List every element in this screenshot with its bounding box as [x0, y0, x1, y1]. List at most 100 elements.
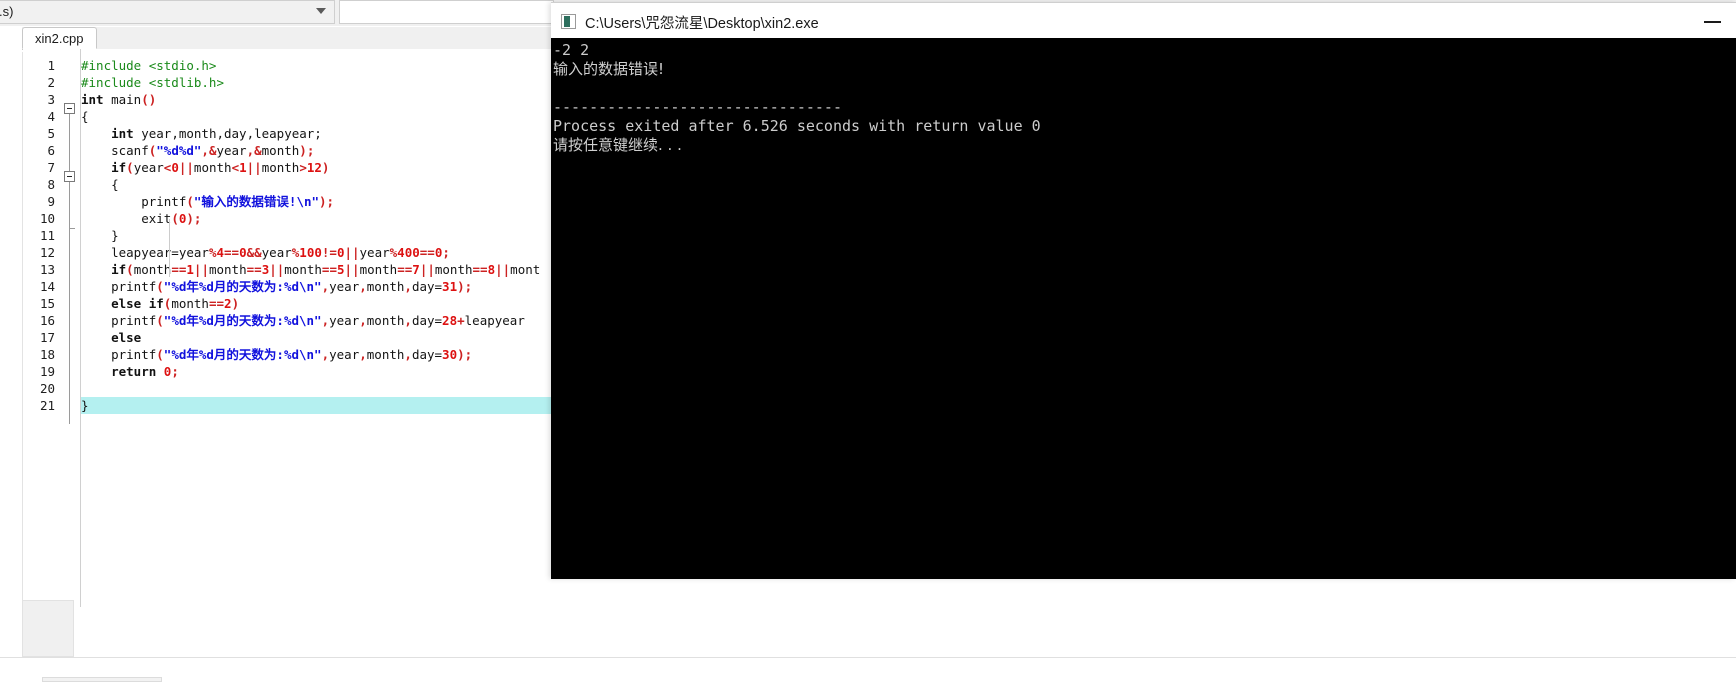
code-line[interactable]: if(year<0||month<1||month>12): [81, 159, 329, 176]
code-token: month: [261, 143, 300, 158]
console-output-area[interactable]: -2 2 输入的数据错误! ----------------------------…: [551, 38, 1736, 579]
code-token: month: [284, 262, 322, 277]
fold-marker-line8[interactable]: [64, 171, 75, 182]
code-token: 8: [487, 262, 496, 277]
code-token: year: [329, 279, 360, 294]
code-line[interactable]: else: [81, 329, 141, 346]
code-token: ): [231, 296, 240, 311]
fold-marker-line4[interactable]: [64, 103, 75, 114]
compiler-profile-combobox[interactable]: .s): [0, 0, 335, 24]
console-window[interactable]: C:\Users\咒怨流星\Desktop\xin2.exe -2 2 输入的数据…: [551, 2, 1736, 579]
code-token: year: [329, 347, 360, 362]
code-line[interactable]: {: [81, 176, 119, 193]
code-line[interactable]: printf("%d年%d月的天数为:%d\n",year,month,day=…: [81, 312, 525, 329]
code-token: ==: [419, 245, 435, 260]
code-token: 100: [299, 245, 322, 260]
code-token: int: [81, 126, 134, 141]
code-token: ==: [246, 262, 262, 277]
code-token: (: [156, 279, 164, 294]
console-output-line: -2 2: [553, 41, 590, 59]
ide-bottom-tab[interactable]: [42, 677, 162, 682]
code-token: );: [186, 211, 202, 226]
code-token: leapyear: [464, 313, 525, 328]
code-token: (: [126, 262, 134, 277]
console-title-bar[interactable]: C:\Users\咒怨流星\Desktop\xin2.exe: [551, 2, 1736, 38]
fold-guide-line8: [69, 182, 70, 228]
code-token: !=: [321, 245, 337, 260]
code-token: &&: [246, 245, 262, 260]
code-token: "%d年%d月的天数为:%d\n": [163, 347, 322, 362]
code-line[interactable]: else if(month==2): [81, 295, 239, 312]
code-folding-column[interactable]: [58, 49, 81, 607]
code-line[interactable]: scanf("%d%d",&year,&month);: [81, 142, 314, 159]
code-token: day=: [411, 347, 443, 362]
code-token: year: [261, 245, 292, 260]
code-token: month: [366, 313, 405, 328]
code-token: main: [103, 92, 142, 107]
code-line[interactable]: {: [81, 108, 89, 125]
code-line[interactable]: #include <stdio.h>: [81, 57, 216, 74]
line-number: 2: [47, 75, 55, 90]
line-number: 16: [39, 313, 55, 328]
code-line[interactable]: int year,month,day,leapyear;: [81, 125, 322, 142]
code-line[interactable]: return 0;: [81, 363, 179, 380]
code-token: ||: [193, 262, 209, 277]
code-line[interactable]: printf("%d年%d月的天数为:%d\n",year,month,day=…: [81, 346, 472, 363]
line-number: 14: [39, 279, 55, 294]
code-line[interactable]: leapyear=year%4==0&&year%100!=0||year%40…: [81, 244, 450, 261]
code-token: ==: [321, 262, 337, 277]
code-token: "%d%d": [156, 143, 202, 158]
console-title-text: C:\Users\咒怨流星\Desktop\xin2.exe: [585, 16, 819, 32]
code-token: ,: [404, 279, 412, 294]
line-number: 12: [39, 245, 55, 260]
code-line[interactable]: }: [81, 397, 89, 414]
code-token: month: [208, 262, 247, 277]
line-number: 15: [39, 296, 55, 311]
code-token: 7: [412, 262, 420, 277]
code-token: month: [359, 262, 398, 277]
code-token: ,: [359, 347, 367, 362]
code-token: scanf: [81, 143, 149, 158]
code-line[interactable]: int main(): [81, 91, 156, 108]
chevron-down-icon[interactable]: [316, 8, 326, 14]
line-number: 9: [47, 194, 55, 209]
code-token: (: [186, 194, 194, 209]
code-line[interactable]: printf("输入的数据错误!\n");: [81, 193, 334, 210]
code-token: year: [329, 313, 360, 328]
code-line[interactable]: }: [81, 227, 119, 244]
minimize-icon[interactable]: [1690, 3, 1736, 39]
code-token: year: [133, 160, 164, 175]
code-token: month: [366, 279, 405, 294]
line-number: 21: [39, 398, 55, 413]
secondary-toolbar-field[interactable]: [339, 0, 554, 24]
code-token: ,: [404, 313, 412, 328]
line-number: 17: [39, 330, 55, 345]
code-token: year: [359, 245, 390, 260]
code-line[interactable]: if(month==1||month==3||month==5||month==…: [81, 261, 540, 278]
code-token: +: [457, 313, 465, 328]
code-token: year,month,day,leapyear;: [133, 126, 322, 141]
code-token: (: [126, 160, 134, 175]
console-window-icon: [561, 14, 576, 29]
line-number: 7: [47, 160, 55, 175]
code-token: );: [319, 194, 335, 209]
code-token: }: [81, 228, 119, 243]
code-line[interactable]: printf("%d年%d月的天数为:%d\n",year,month,day=…: [81, 278, 472, 295]
code-line[interactable]: exit(0);: [81, 210, 201, 227]
code-token: 31: [442, 279, 458, 294]
code-token: else: [81, 330, 142, 345]
code-token: leapyear=year: [81, 245, 209, 260]
code-token: #include <stdio.h>: [81, 58, 217, 73]
code-line[interactable]: #include <stdlib.h>: [81, 74, 224, 91]
line-number: 4: [47, 109, 55, 124]
code-token: ,: [359, 279, 367, 294]
tab-xin2-cpp[interactable]: xin2.cpp: [22, 27, 98, 49]
ide-status-bar: [0, 657, 1736, 682]
line-number: 19: [39, 364, 55, 379]
line-number: 11: [39, 228, 55, 243]
console-output-line: --------------------------------: [553, 98, 842, 116]
code-token: <: [231, 160, 240, 175]
code-token: "%d年%d月的天数为:%d\n": [163, 313, 322, 328]
code-token: ,: [246, 143, 255, 158]
console-output-line: 请按任意键继续. . .: [553, 136, 682, 154]
